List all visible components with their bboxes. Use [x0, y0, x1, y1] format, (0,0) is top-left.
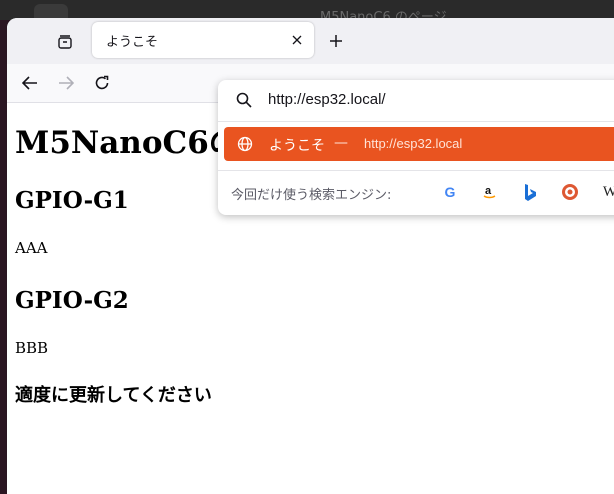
- section-value-g2: BBB: [15, 339, 49, 357]
- google-icon[interactable]: G: [439, 181, 461, 203]
- url-suggestion[interactable]: ようこそ — http://esp32.local: [224, 127, 614, 161]
- search-engines-label: 今回だけ使う検索エンジン:: [231, 188, 392, 203]
- close-icon[interactable]: [288, 31, 306, 49]
- section-title-g1: GPIO-G1: [15, 187, 129, 214]
- background-window-titlebar: M5NanoC6 のページ: [0, 0, 614, 26]
- bing-icon[interactable]: [519, 181, 541, 203]
- section-title-g2: GPIO-G2: [15, 287, 129, 314]
- wikipedia-icon[interactable]: W: [599, 181, 614, 203]
- divider: [218, 121, 614, 122]
- suggestion-url: http://esp32.local: [364, 136, 463, 151]
- new-tab-icon[interactable]: [325, 30, 347, 52]
- suggestion-separator: —: [334, 135, 348, 151]
- browser-window: ようこそ M5NanoC6のページ GPIO-G1 AAA GPIO-G2 BB…: [7, 18, 614, 494]
- reload-icon[interactable]: [91, 72, 113, 94]
- tab-list-icon[interactable]: [53, 30, 77, 54]
- amazon-icon[interactable]: a: [479, 181, 501, 203]
- url-dropdown-panel: http://esp32.local/ ようこそ — http://esp32.…: [218, 80, 614, 215]
- back-arrow-icon[interactable]: [19, 72, 41, 94]
- forward-arrow-icon[interactable]: [55, 72, 77, 94]
- section-value-g1: AAA: [15, 239, 48, 257]
- tab-active[interactable]: ようこそ: [92, 22, 314, 58]
- tab-title: ようこそ: [106, 35, 159, 50]
- globe-icon: [236, 135, 254, 153]
- search-icon: [234, 90, 254, 110]
- update-note: 適度に更新してください: [15, 385, 212, 406]
- address-bar[interactable]: http://esp32.local/: [218, 80, 614, 120]
- address-input[interactable]: http://esp32.local/: [268, 91, 386, 108]
- tab-strip: ようこそ: [7, 18, 614, 64]
- suggestion-title: ようこそ: [269, 138, 325, 154]
- svg-text:a: a: [485, 185, 492, 197]
- divider: [218, 170, 614, 171]
- duckduckgo-icon[interactable]: [559, 181, 581, 203]
